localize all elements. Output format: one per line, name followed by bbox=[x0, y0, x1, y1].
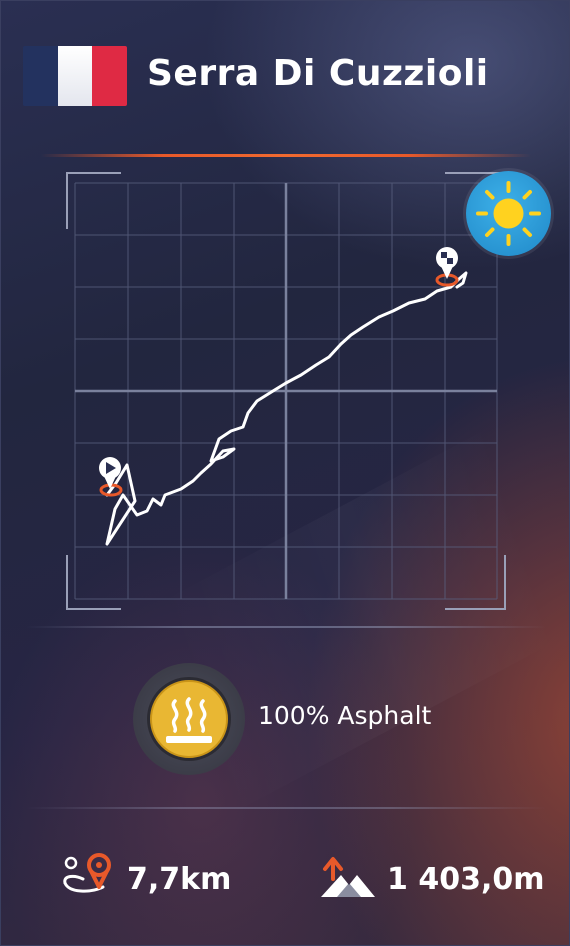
surface-badge bbox=[133, 663, 245, 775]
finish-marker bbox=[435, 247, 459, 287]
elevation-gain-icon bbox=[321, 857, 375, 897]
distance-icon bbox=[63, 853, 111, 893]
france-flag-icon bbox=[23, 46, 127, 106]
sun-icon bbox=[476, 181, 541, 246]
stage-card: Serra Di Cuzzioli 100% Asphalt 7,7km 1 4… bbox=[0, 0, 570, 946]
asphalt-icon bbox=[147, 677, 231, 761]
distance-value: 7,7km bbox=[127, 862, 232, 897]
track-title: Serra Di Cuzzioli bbox=[147, 53, 489, 94]
map-center-axes bbox=[75, 183, 497, 599]
section-divider bbox=[26, 807, 546, 809]
section-divider bbox=[26, 626, 546, 628]
surface-label: 100% Asphalt bbox=[258, 701, 432, 730]
elevation-value: 1 403,0m bbox=[387, 862, 545, 897]
weather-sun-badge bbox=[466, 171, 551, 256]
title-divider bbox=[41, 154, 531, 157]
route-map bbox=[66, 172, 506, 610]
